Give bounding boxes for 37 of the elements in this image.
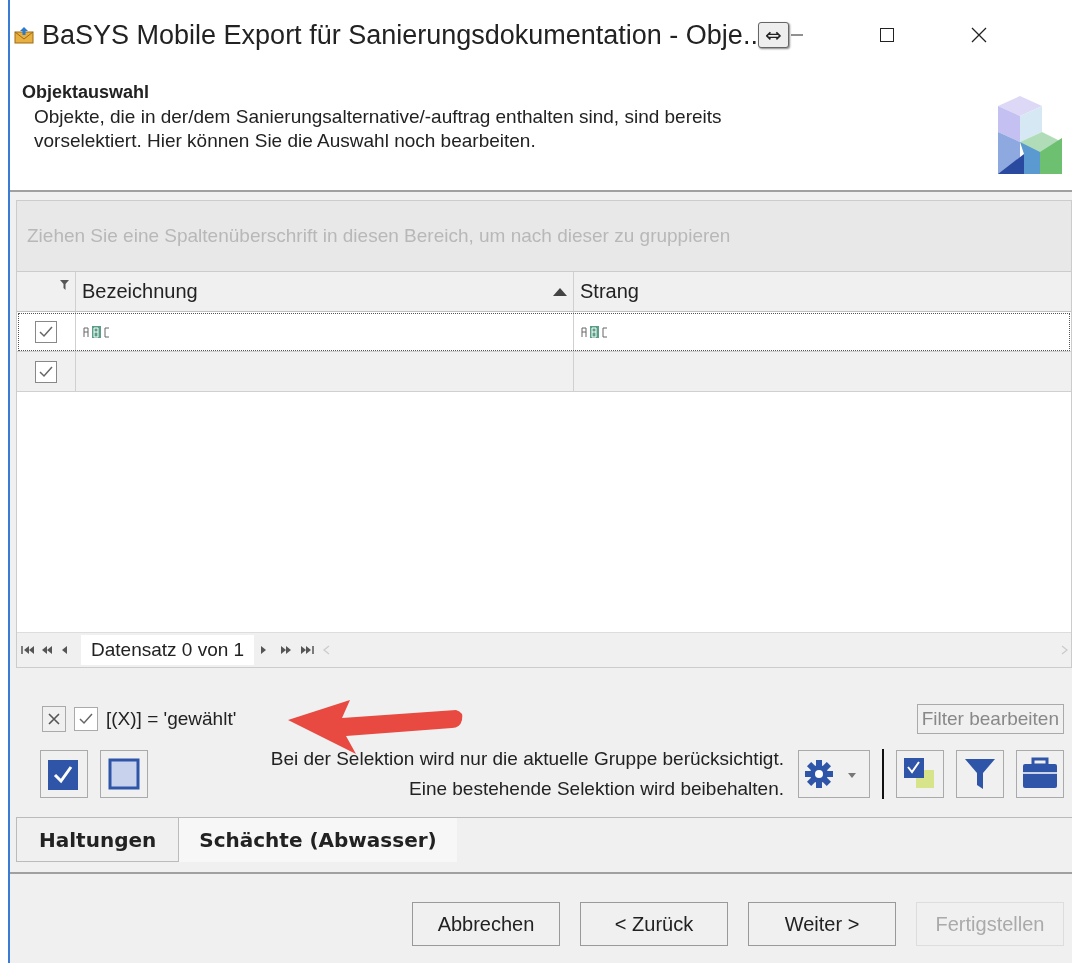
resize-cursor-tip: ⇔ (757, 22, 789, 48)
settings-dropdown-icon[interactable] (798, 750, 870, 798)
abc-icon (82, 325, 112, 338)
tab[interactable]: Schächte (Abwasser) (179, 817, 457, 862)
selection-hint: Bei der Selektion wird nur die aktuelle Gruppe berücksichtigt. (269, 747, 784, 771)
wizard-button[interactable]: Abbrechen (412, 902, 560, 946)
section-description: Objekte, die in der/dem Sanierungsalternative/-auftrag enthalten sind, sind bereits vorselektiert. Hier können Sie die Auswahl noch bearbeiten. (34, 105, 723, 153)
maximize-icon[interactable] (878, 27, 895, 43)
deselect-all-checkbox-icon[interactable] (100, 750, 148, 798)
row-checkbox[interactable] (35, 360, 57, 383)
filter-icon[interactable] (956, 750, 1004, 798)
toolbox-icon[interactable] (1016, 750, 1064, 798)
mail-icon (14, 26, 34, 44)
filter-checkbox[interactable] (74, 707, 98, 731)
row-checkbox[interactable] (35, 320, 57, 343)
column-header[interactable]: Bezeichnung (76, 272, 574, 311)
table-row[interactable] (17, 312, 1071, 352)
section-title: Objektauswahl (22, 82, 151, 103)
checkmark-icon (38, 324, 54, 339)
wizard-button[interactable]: Weiter > (748, 902, 896, 946)
last-record-icon[interactable] (300, 645, 315, 655)
toggle-selection-icon[interactable] (896, 750, 944, 798)
checkmark-icon (78, 712, 94, 726)
previous-page-icon[interactable] (41, 645, 55, 655)
close-icon[interactable] (970, 27, 987, 43)
select-all-checkbox-icon[interactable] (40, 750, 88, 798)
clear-filter-icon[interactable] (42, 706, 66, 732)
abc-icon (580, 325, 610, 338)
checkmark-icon (38, 364, 54, 379)
filter-icon[interactable] (60, 280, 69, 290)
record-counter: Datensatz 0 von 1 (81, 635, 255, 665)
selection-hint: Eine bestehende Selektion wird beibehalten. (408, 777, 784, 801)
column-header[interactable]: Strang (574, 272, 1071, 311)
window-title: BaSYS Mobile Export für Sanierungsdokumentation - Obje.. (42, 19, 758, 51)
first-record-icon[interactable] (21, 645, 35, 655)
wizard-button[interactable]: < Zurück (580, 902, 728, 946)
filter-expression: [(X)] = 'gewählt' (106, 708, 237, 730)
